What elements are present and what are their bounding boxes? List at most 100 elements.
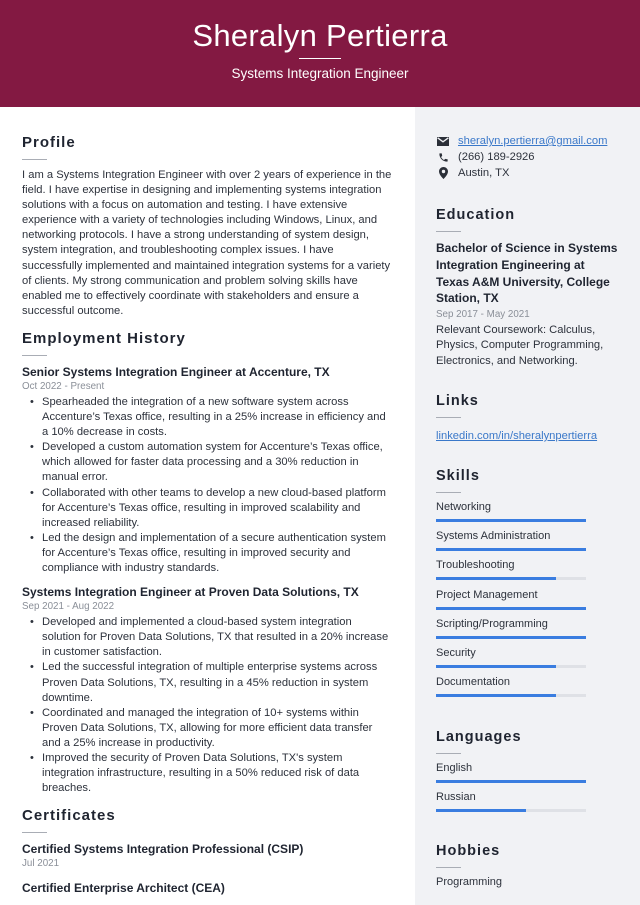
skill: Troubleshooting — [436, 558, 586, 587]
skill: Systems Administration — [436, 529, 586, 558]
links-heading: Links — [436, 393, 479, 409]
language-label: Russian — [436, 791, 476, 804]
language-label: English — [436, 762, 473, 774]
job-entry: Systems Integration Engineer at Proven D… — [22, 584, 392, 796]
section-divider — [436, 753, 461, 754]
bullet-item: Led the successful integration of multip… — [30, 660, 392, 705]
skills-heading: Skills — [436, 468, 480, 484]
envelope-icon — [436, 135, 450, 147]
skill-level-bar — [436, 694, 586, 698]
resume-header: Sheralyn Pertierra Systems Integration E… — [0, 0, 640, 107]
section-divider — [436, 231, 461, 232]
contact-email-row: sheralyn.pertierra@gmail.com — [436, 133, 607, 149]
hobby-label: Programming — [436, 876, 503, 888]
linkedin-link[interactable]: linkedin.com/in/sheralynpertierra — [436, 430, 597, 442]
bullet-item: Led the design and implementation of a s… — [30, 531, 392, 576]
job-title: Senior Systems Integration Engineer at A… — [22, 365, 330, 379]
language-level-fill — [436, 780, 586, 783]
phone-number: (266) 189-2926 — [458, 151, 535, 163]
skill-label: Security — [436, 646, 476, 659]
section-divider — [22, 159, 47, 160]
language: Russian — [436, 790, 586, 819]
skill-label: Documentation — [436, 676, 510, 689]
profile-heading: Profile — [22, 134, 76, 151]
hobbies-section: Hobbies Programming — [436, 843, 502, 904]
education-heading: Education — [436, 207, 516, 223]
job-dates: Sep 2021 - Aug 2022 — [22, 601, 115, 613]
skill-level-fill — [436, 577, 556, 581]
contact-phone-row: (266) 189-2926 — [436, 149, 607, 165]
certificate-name: Certified Systems Integration Profession… — [22, 842, 304, 856]
bullet-item: Developed a custom automation system for… — [30, 440, 392, 485]
language: English — [436, 761, 586, 790]
language-level-bar — [436, 780, 586, 783]
sidebar: sheralyn.pertierra@gmail.com (266) 189-2… — [415, 107, 640, 905]
bullet-item: Developed and implemented a cloud-based … — [30, 615, 392, 660]
employment-section: Employment History Senior Systems Integr… — [22, 330, 392, 796]
bullet-item: Coordinated and managed the integration … — [30, 706, 392, 751]
section-divider — [22, 832, 47, 833]
hobby-item: Programming — [436, 875, 502, 904]
skill: Project Management — [436, 588, 586, 617]
languages-heading: Languages — [436, 729, 522, 745]
candidate-job-title: Systems Integration Engineer — [231, 66, 409, 81]
section-divider — [436, 417, 461, 418]
certificates-heading: Certificates — [22, 807, 116, 824]
bullet-item: Collaborated with other teams to develop… — [30, 486, 392, 531]
email-link[interactable]: sheralyn.pertierra@gmail.com — [458, 135, 607, 147]
section-divider — [22, 355, 47, 356]
phone-icon — [436, 151, 450, 163]
job-title: Systems Integration Engineer at Proven D… — [22, 585, 359, 600]
certificate-date: Jul 2021 — [22, 858, 60, 869]
job-bullets: Spearheaded the integration of a new sof… — [22, 395, 392, 576]
skill-label: Networking — [436, 501, 492, 513]
skills-section: Skills Networking Systems Administration T… — [436, 468, 586, 704]
profile-section: Profile I am a Systems Integration Engin… — [22, 134, 392, 319]
certificate-name: Certified Enterprise Architect (CEA) — [22, 881, 225, 895]
skill: Networking — [436, 500, 586, 529]
certificate-entry: Certified Systems Integration Profession… — [22, 841, 392, 871]
degree-title: Bachelor of Science in Systems Integrati… — [436, 241, 618, 306]
job-bullets: Developed and implemented a cloud-based … — [22, 615, 392, 796]
section-divider — [436, 867, 461, 868]
bullet-item: Improved the security of Proven Data Sol… — [30, 751, 392, 796]
skill-level-bar — [436, 548, 586, 552]
skill-level-fill — [436, 606, 586, 610]
job-entry: Senior Systems Integration Engineer at A… — [22, 364, 392, 576]
skill-level-bar — [436, 635, 586, 639]
languages-section: Languages English Russian — [436, 729, 586, 819]
hobbies-heading: Hobbies — [436, 843, 501, 859]
candidate-name: Sheralyn Pertierra — [192, 18, 448, 53]
skill-label: Scripting/Programming — [436, 617, 548, 630]
education-dates: Sep 2017 - May 2021 — [436, 309, 530, 321]
job-dates: Oct 2022 - Present — [22, 381, 105, 392]
section-divider — [436, 492, 461, 493]
language-level-fill — [436, 809, 526, 813]
skill-level-fill — [436, 548, 586, 552]
header-divider — [299, 58, 341, 59]
certificate-entry: Certified Enterprise Architect (CEA) — [22, 880, 392, 896]
skill: Security — [436, 646, 586, 675]
skill-level-bar — [436, 577, 586, 581]
skill-level-fill — [436, 664, 556, 668]
links-section: Links linkedin.com/in/sheralynpertierra — [436, 393, 597, 444]
skill-level-bar — [436, 664, 586, 668]
location: Austin, TX — [458, 167, 510, 179]
profile-summary: I am a Systems Integration Engineer with… — [22, 169, 392, 317]
contact-info: sheralyn.pertierra@gmail.com (266) 189-2… — [436, 133, 607, 181]
skill-label: Troubleshooting — [436, 559, 515, 572]
map-pin-icon — [436, 167, 450, 179]
skill: Documentation — [436, 675, 586, 704]
skill-level-bar — [436, 519, 586, 522]
contact-location-row: Austin, TX — [436, 165, 607, 181]
skill-label: Systems Administration — [436, 530, 551, 543]
education-description: Relevant Coursework: Calculus, Physics, … — [436, 324, 604, 367]
skill: Scripting/Programming — [436, 617, 586, 646]
bullet-item: Spearheaded the integration of a new sof… — [30, 395, 392, 440]
skill-level-fill — [436, 635, 586, 639]
skill-level-fill — [436, 694, 556, 698]
language-level-bar — [436, 809, 586, 813]
skill-level-bar — [436, 606, 586, 610]
skill-level-fill — [436, 519, 586, 522]
certificates-section: Certificates Certified Systems Integrati… — [22, 807, 392, 896]
